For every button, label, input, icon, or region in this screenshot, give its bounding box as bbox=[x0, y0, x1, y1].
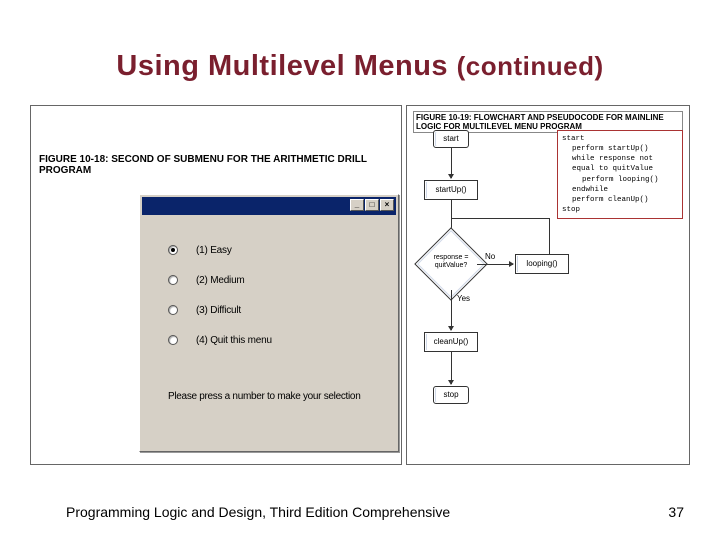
option-3-label: (3) Difficult bbox=[196, 305, 241, 316]
radio-2[interactable] bbox=[168, 275, 178, 285]
option-4-label: (4) Quit this menu bbox=[196, 335, 272, 346]
flow-start: start bbox=[433, 130, 469, 148]
flow-arrow bbox=[451, 290, 452, 330]
flow-arrow bbox=[451, 352, 452, 384]
pseudo-line: perform startUp() bbox=[562, 144, 678, 154]
pseudo-line: stop bbox=[562, 205, 678, 215]
flow-decision-text: response = quitValue? bbox=[423, 254, 479, 269]
flow-line bbox=[549, 218, 550, 254]
prompt-text: Please press a number to make your selec… bbox=[168, 391, 360, 402]
option-row-4: (4) Quit this menu bbox=[168, 325, 386, 355]
option-2-label: (2) Medium bbox=[196, 275, 245, 286]
option-row-1: (1) Easy bbox=[168, 235, 386, 265]
pseudo-line: perform looping() bbox=[562, 175, 678, 185]
title-continued: (continued) bbox=[457, 51, 604, 81]
figure-right: FIGURE 10-19: FLOWCHART AND PSEUDOCODE F… bbox=[406, 105, 690, 465]
radio-1[interactable] bbox=[168, 245, 178, 255]
slide-title: Using Multilevel Menus (continued) bbox=[0, 50, 720, 83]
pseudocode-box: start perform startUp() while response n… bbox=[557, 130, 683, 219]
title-main: Using Multilevel Menus bbox=[116, 50, 456, 82]
window-titlebar: _ □ × bbox=[142, 197, 396, 215]
branch-yes-label: Yes bbox=[457, 294, 470, 303]
flow-looping: looping() bbox=[515, 254, 569, 274]
figure-left: FIGURE 10-18: SECOND OF SUBMENU FOR THE … bbox=[30, 105, 402, 465]
option-1-label: (1) Easy bbox=[196, 245, 232, 256]
slide: Using Multilevel Menus (continued) FIGUR… bbox=[0, 0, 720, 540]
flow-arrow bbox=[451, 148, 452, 178]
pseudo-line: perform cleanUp() bbox=[562, 195, 678, 205]
pseudo-line: endwhile bbox=[562, 185, 678, 195]
close-button[interactable]: × bbox=[380, 199, 394, 211]
maximize-button[interactable]: □ bbox=[365, 199, 379, 211]
pseudo-line: while response not equal to quitValue bbox=[562, 154, 678, 174]
footer-text: Programming Logic and Design, Third Edit… bbox=[66, 504, 450, 520]
option-row-2: (2) Medium bbox=[168, 265, 386, 295]
flow-cleanup: cleanUp() bbox=[424, 332, 478, 352]
flow-line bbox=[451, 218, 549, 219]
page-number: 37 bbox=[668, 504, 684, 520]
radio-3[interactable] bbox=[168, 305, 178, 315]
branch-no-label: No bbox=[485, 252, 495, 261]
slide-footer: Programming Logic and Design, Third Edit… bbox=[66, 504, 684, 520]
option-row-3: (3) Difficult bbox=[168, 295, 386, 325]
window-buttons: _ □ × bbox=[350, 199, 394, 211]
minimize-button[interactable]: _ bbox=[350, 199, 364, 211]
window-body: (1) Easy (2) Medium (3) Difficult (4) Qu… bbox=[168, 235, 386, 355]
flow-arrow bbox=[477, 264, 513, 265]
radio-4[interactable] bbox=[168, 335, 178, 345]
gui-window: _ □ × (1) Easy (2) Medium bbox=[139, 194, 399, 452]
flow-stop: stop bbox=[433, 386, 469, 404]
figure-left-caption: FIGURE 10-18: SECOND OF SUBMENU FOR THE … bbox=[39, 154, 401, 176]
flow-startup: startUp() bbox=[424, 180, 478, 200]
pseudo-line: start bbox=[562, 134, 678, 144]
content-area: FIGURE 10-18: SECOND OF SUBMENU FOR THE … bbox=[30, 105, 690, 465]
